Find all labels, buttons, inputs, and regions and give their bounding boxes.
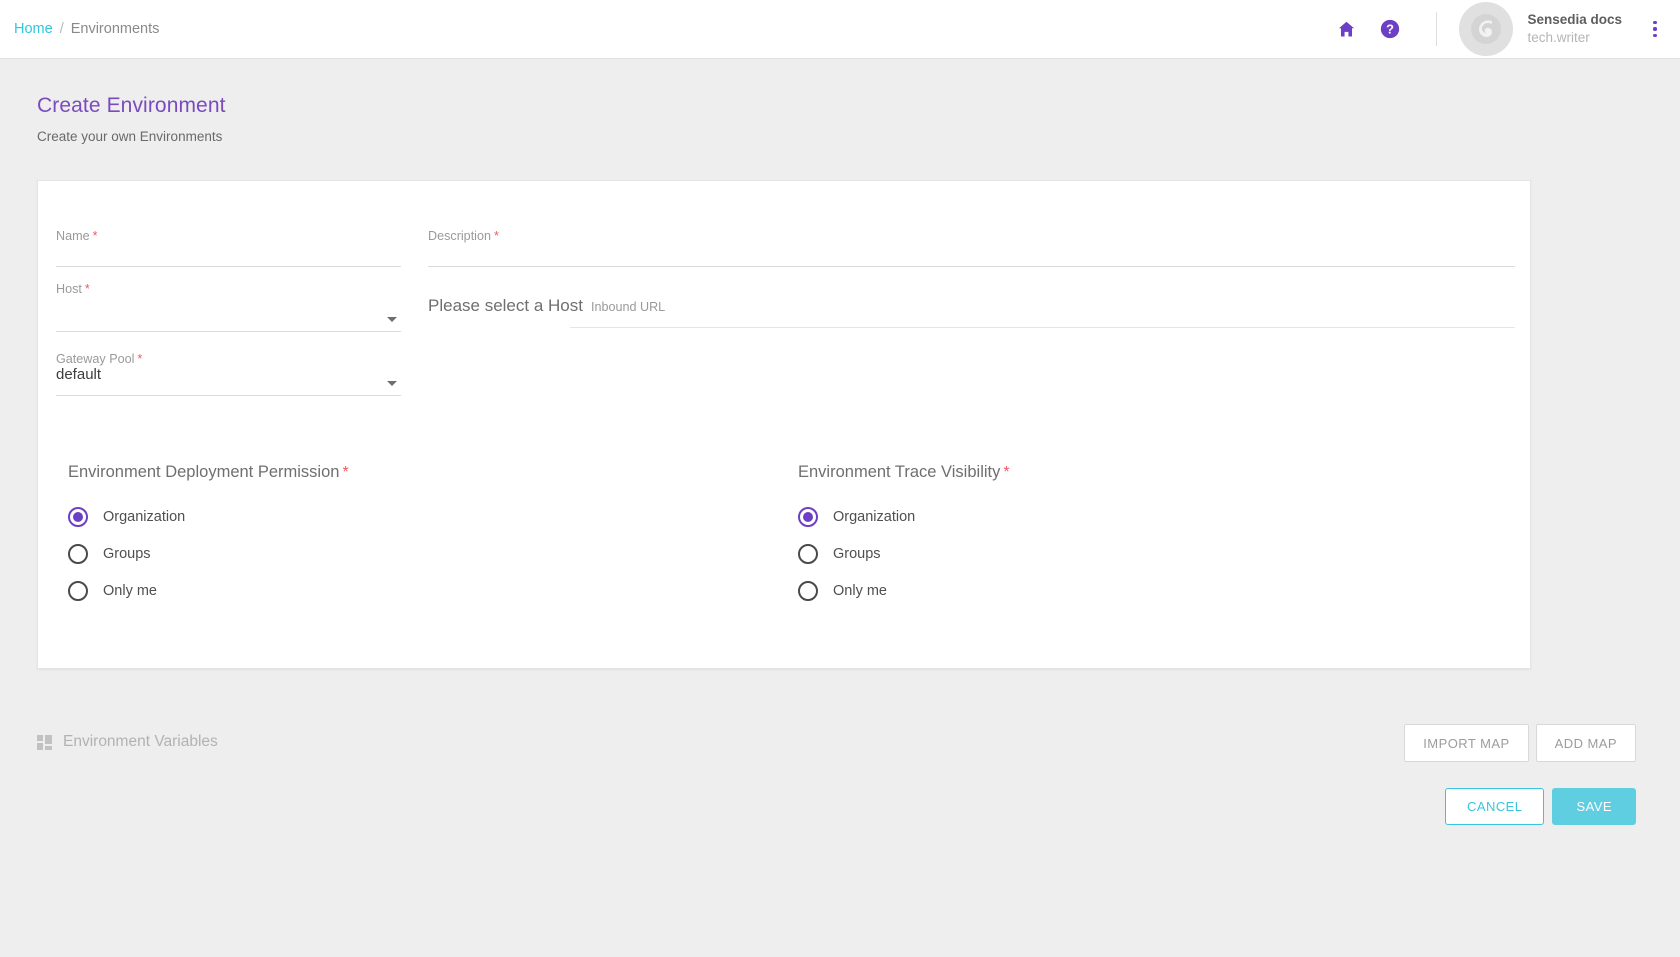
required-marker: * (93, 229, 98, 243)
chevron-down-icon[interactable] (387, 381, 397, 386)
top-bar: Home / Environments ? Sensedia docs tech… (0, 0, 1680, 59)
page-subtitle: Create your own Environments (37, 129, 226, 144)
trace-visibility-title: Environment Trace Visibility* (798, 463, 1010, 482)
cancel-button[interactable]: CANCEL (1445, 788, 1544, 825)
create-environment-card: Name* Description* Host* Gateway Pool* d… (37, 180, 1531, 669)
required-marker: * (137, 352, 142, 366)
radio-label: Only me (103, 583, 157, 599)
radio-deployment-groups[interactable]: Groups (68, 535, 349, 572)
kebab-menu-icon[interactable] (1638, 7, 1672, 51)
environment-variables-section: Environment Variables (37, 733, 218, 751)
description-field-label: Description* (428, 229, 1515, 243)
save-button[interactable]: SAVE (1552, 788, 1636, 825)
radio-deployment-organization[interactable]: Organization (68, 498, 349, 535)
help-circle-icon[interactable]: ? (1368, 7, 1412, 51)
radio-icon-unchecked[interactable] (798, 544, 818, 564)
gateway-pool-field[interactable]: Gateway Pool* default (56, 352, 401, 396)
description-input[interactable] (428, 243, 1515, 267)
radio-trace-groups[interactable]: Groups (798, 535, 1010, 572)
radio-label: Organization (103, 509, 185, 525)
inbound-url-host-prefix: Please select a Host (428, 296, 583, 316)
top-bar-right-cluster: ? Sensedia docs tech.writer (1324, 0, 1680, 59)
grid-dashboard-icon (37, 735, 52, 750)
radio-trace-organization[interactable]: Organization (798, 498, 1010, 535)
breadcrumb-current: Environments (71, 21, 160, 37)
required-marker: * (342, 464, 348, 481)
user-handle: tech.writer (1527, 30, 1622, 47)
user-info: Sensedia docs tech.writer (1527, 12, 1622, 47)
name-field-label: Name* (56, 229, 401, 243)
trace-visibility-group: Environment Trace Visibility* Organizati… (798, 463, 1010, 609)
description-field[interactable]: Description* (428, 229, 1515, 267)
radio-deployment-only-me[interactable]: Only me (68, 572, 349, 609)
map-buttons: IMPORT MAP ADD MAP (1404, 724, 1636, 762)
required-marker: * (494, 229, 499, 243)
deployment-permission-title: Environment Deployment Permission* (68, 463, 349, 482)
svg-text:?: ? (1387, 22, 1395, 37)
home-icon[interactable] (1324, 7, 1368, 51)
radio-icon-unchecked[interactable] (68, 544, 88, 564)
radio-icon-unchecked[interactable] (798, 581, 818, 601)
deployment-permission-group: Environment Deployment Permission* Organ… (68, 463, 349, 609)
host-field-label: Host* (56, 282, 401, 296)
radio-icon-checked[interactable] (798, 507, 818, 527)
radio-label: Organization (833, 509, 915, 525)
avatar[interactable] (1459, 2, 1513, 56)
inbound-url-label: Inbound URL (591, 300, 665, 314)
gateway-pool-field-label: Gateway Pool* (56, 352, 401, 366)
radio-label: Only me (833, 583, 887, 599)
radio-trace-only-me[interactable]: Only me (798, 572, 1010, 609)
add-map-button[interactable]: ADD MAP (1536, 724, 1636, 762)
host-field[interactable]: Host* (56, 282, 401, 332)
radio-label: Groups (103, 546, 151, 562)
environment-variables-label: Environment Variables (63, 733, 218, 751)
breadcrumb-home-link[interactable]: Home (14, 21, 53, 37)
inbound-url-input[interactable] (570, 327, 1515, 328)
radio-icon-checked[interactable] (68, 507, 88, 527)
inbound-url-row: Please select a Host Inbound URL (428, 296, 1515, 324)
breadcrumb-separator: / (60, 21, 64, 37)
header-divider (1436, 12, 1437, 46)
name-input[interactable] (56, 243, 401, 267)
chevron-down-icon[interactable] (387, 317, 397, 322)
page-title: Create Environment (37, 94, 226, 118)
required-marker: * (85, 282, 90, 296)
gateway-pool-select[interactable]: default (56, 366, 401, 396)
name-field[interactable]: Name* (56, 229, 401, 267)
required-marker: * (1003, 464, 1009, 481)
user-name: Sensedia docs (1527, 12, 1622, 29)
gateway-pool-select-value: default (56, 366, 101, 385)
radio-icon-unchecked[interactable] (68, 581, 88, 601)
import-map-button[interactable]: IMPORT MAP (1404, 724, 1528, 762)
radio-label: Groups (833, 546, 881, 562)
page-header: Create Environment Create your own Envir… (37, 94, 226, 144)
host-select[interactable] (56, 296, 401, 332)
inbound-url-field[interactable]: Please select a Host Inbound URL (428, 296, 1515, 324)
breadcrumb: Home / Environments (14, 21, 159, 37)
form-action-buttons: CANCEL SAVE (1445, 788, 1636, 825)
